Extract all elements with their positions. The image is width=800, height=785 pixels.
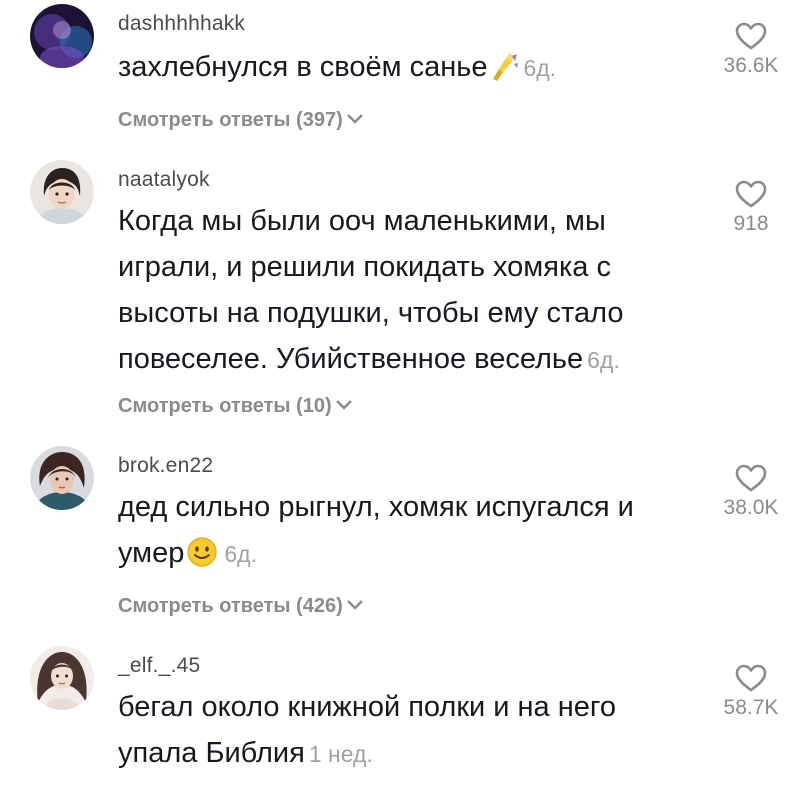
comment-username[interactable]: _elf._.45 bbox=[118, 654, 200, 678]
avatar[interactable] bbox=[30, 160, 94, 224]
comment-time: 6д. bbox=[224, 541, 257, 567]
like-count: 38.0K bbox=[723, 496, 779, 519]
view-replies-label: Смотреть ответы (10) bbox=[118, 395, 332, 417]
like-count: 36.6K bbox=[723, 54, 779, 77]
heart-icon bbox=[735, 664, 767, 692]
like-button[interactable]: 58.7K bbox=[706, 664, 796, 720]
like-count: 918 bbox=[733, 212, 769, 235]
comment-time: 6д. bbox=[523, 55, 557, 81]
chevron-down-icon bbox=[346, 108, 364, 131]
view-replies-button[interactable]: Смотреть ответы (10) bbox=[118, 394, 353, 418]
view-replies-label: Смотреть ответы (397) bbox=[118, 109, 343, 131]
comment-text: бегал около книжной полки и на него упал… bbox=[118, 684, 703, 777]
heart-icon bbox=[735, 464, 767, 492]
comment-text: дед сильно рыгнул, хомяк испугался и уме… bbox=[118, 484, 703, 582]
comment-username[interactable]: naatalyok bbox=[118, 168, 210, 192]
like-button[interactable]: 918 bbox=[706, 180, 796, 236]
view-replies-button[interactable]: Смотреть ответы (397) bbox=[118, 108, 364, 132]
comment-time: 1 нед. bbox=[308, 741, 373, 767]
smiling-face-icon bbox=[186, 536, 218, 582]
comment-text: Когда мы были ооч маленькими, мы играли,… bbox=[118, 198, 703, 383]
chevron-down-icon bbox=[346, 594, 364, 617]
heart-icon bbox=[735, 22, 767, 50]
avatar[interactable] bbox=[30, 4, 94, 68]
heart-icon bbox=[735, 180, 767, 208]
comment-time: 6д. bbox=[587, 347, 620, 373]
like-button[interactable]: 38.0K bbox=[706, 464, 796, 520]
nail-polish-icon bbox=[490, 50, 518, 96]
view-replies-button[interactable]: Смотреть ответы (426) bbox=[118, 594, 364, 618]
like-button[interactable]: 36.6K bbox=[706, 22, 796, 78]
like-count: 58.7K bbox=[723, 696, 779, 719]
avatar[interactable] bbox=[30, 446, 94, 510]
comment-text: захлебнулся в своём санье 6д. bbox=[118, 44, 703, 96]
comment-username[interactable]: dashhhhhakk bbox=[118, 12, 245, 36]
comment-username[interactable]: brok.en22 bbox=[118, 454, 213, 478]
comment-body: Когда мы были ооч маленькими, мы играли,… bbox=[118, 205, 624, 375]
avatar[interactable] bbox=[30, 646, 94, 710]
comment-body: захлебнулся в своём санье bbox=[118, 51, 488, 83]
view-replies-label: Смотреть ответы (426) bbox=[118, 595, 343, 617]
chevron-down-icon bbox=[335, 394, 353, 417]
